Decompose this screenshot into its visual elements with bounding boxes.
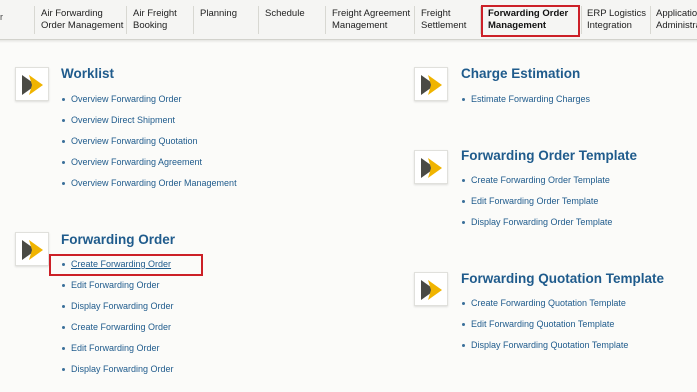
nav-tab-label: Air Freight <box>133 8 177 19</box>
worklist-tile[interactable] <box>15 67 49 101</box>
link-text: Display Forwarding Order Template <box>471 217 613 227</box>
link-text: Create Forwarding Order Template <box>471 175 610 185</box>
launch-arrow-icon <box>421 280 442 300</box>
link-text: Create Forwarding Quotation Template <box>471 298 626 308</box>
link-edit-forwarding-order[interactable]: Edit Forwarding Order <box>62 280 174 301</box>
link-edit-forwarding-order-template[interactable]: Edit Forwarding Order Template <box>462 196 612 217</box>
nav-tab-label: Freight Agreement <box>332 8 411 19</box>
nav-tab-air-forwarding-order-management[interactable]: Air Forwarding Order Management <box>41 8 123 31</box>
section-title-worklist: Worklist <box>61 66 115 81</box>
nav-tab-planning[interactable]: Planning <box>200 8 237 20</box>
forwarding-quotation-template-tile[interactable] <box>414 272 448 306</box>
link-text: Create Forwarding Order <box>71 259 172 269</box>
nav-tab-label: Booking <box>133 19 168 31</box>
nav-tab-label: Freight <box>421 8 451 19</box>
link-overview-forwarding-agreement[interactable]: Overview Forwarding Agreement <box>62 157 237 178</box>
link-text: Display Forwarding Order <box>71 301 174 311</box>
nav-separator <box>258 6 259 34</box>
nav-tab-label: Application <box>656 8 697 19</box>
nav-separator <box>193 6 194 34</box>
nav-separator <box>414 6 415 34</box>
nav-tab-freight-agreement-management[interactable]: Freight Agreement Management <box>332 8 410 31</box>
link-edit-forwarding-order-2[interactable]: Edit Forwarding Order <box>62 343 174 364</box>
nav-tab-label: Schedule <box>265 8 305 19</box>
link-text: Display Forwarding Quotation Template <box>471 340 629 350</box>
link-text: Display Forwarding Order <box>71 364 174 374</box>
link-overview-direct-shipment[interactable]: Overview Direct Shipment <box>62 115 237 136</box>
link-text: Overview Forwarding Order Management <box>71 178 237 188</box>
charge-estimation-links: Estimate Forwarding Charges <box>462 94 590 115</box>
forwarding-order-template-tile[interactable] <box>414 150 448 184</box>
link-create-forwarding-order[interactable]: Create Forwarding Order <box>62 259 174 280</box>
nav-tab-label: Management <box>488 19 547 31</box>
link-text: Edit Forwarding Order <box>71 280 160 290</box>
launch-arrow-icon <box>421 158 442 178</box>
top-navigation-bar: r Air Forwarding Order Management Air Fr… <box>0 0 697 43</box>
nav-separator <box>480 6 481 34</box>
link-create-forwarding-order-template[interactable]: Create Forwarding Order Template <box>462 175 612 196</box>
nav-tab-air-freight-booking[interactable]: Air Freight Booking <box>133 8 177 31</box>
nav-tab-label: Planning <box>200 8 237 19</box>
link-display-forwarding-order[interactable]: Display Forwarding Order <box>62 301 174 322</box>
link-overview-forwarding-quotation[interactable]: Overview Forwarding Quotation <box>62 136 237 157</box>
nav-separator <box>650 6 651 34</box>
link-text: Overview Forwarding Order <box>71 94 182 104</box>
nav-edge-fragment: r <box>0 12 3 22</box>
nav-tab-label: Order Management <box>41 19 124 31</box>
nav-tab-label: ERP Logistics <box>587 8 646 19</box>
link-text: Overview Forwarding Agreement <box>71 157 203 167</box>
link-display-forwarding-order-2[interactable]: Display Forwarding Order <box>62 364 174 385</box>
nav-tab-label: Integration <box>587 19 632 31</box>
link-edit-forwarding-quotation-template[interactable]: Edit Forwarding Quotation Template <box>462 319 628 340</box>
link-text: Create Forwarding Order <box>71 322 172 332</box>
link-text: Estimate Forwarding Charges <box>471 94 591 104</box>
nav-separator <box>581 6 582 34</box>
nav-separator <box>34 6 35 34</box>
nav-tab-schedule[interactable]: Schedule <box>265 8 305 20</box>
link-create-forwarding-order-2[interactable]: Create Forwarding Order <box>62 322 174 343</box>
nav-tab-label: Administra <box>656 19 697 31</box>
nav-tab-forwarding-order-management[interactable]: Forwarding Order Management <box>488 8 568 31</box>
forwarding-order-template-links: Create Forwarding Order Template Edit Fo… <box>462 175 612 238</box>
link-create-forwarding-quotation-template[interactable]: Create Forwarding Quotation Template <box>462 298 628 319</box>
charge-estimation-tile[interactable] <box>414 67 448 101</box>
link-overview-forwarding-order[interactable]: Overview Forwarding Order <box>62 94 237 115</box>
link-estimate-forwarding-charges[interactable]: Estimate Forwarding Charges <box>462 94 590 115</box>
nav-tab-erp-logistics-integration[interactable]: ERP Logistics Integration <box>587 8 646 31</box>
nav-tab-label: Forwarding Order <box>488 8 569 19</box>
launch-arrow-icon <box>421 75 442 95</box>
link-text: Overview Direct Shipment <box>71 115 176 125</box>
forwarding-order-tile[interactable] <box>15 232 49 266</box>
link-text: Edit Forwarding Order <box>71 343 160 353</box>
link-display-forwarding-quotation-template[interactable]: Display Forwarding Quotation Template <box>462 340 628 361</box>
worklist-links: Overview Forwarding Order Overview Direc… <box>62 94 237 199</box>
section-title-charge-estimation: Charge Estimation <box>461 66 581 81</box>
launch-arrow-icon <box>22 240 43 260</box>
page: r Air Forwarding Order Management Air Fr… <box>0 0 697 392</box>
link-overview-forwarding-order-management[interactable]: Overview Forwarding Order Management <box>62 178 237 199</box>
nav-separator <box>325 6 326 34</box>
nav-tab-freight-settlement[interactable]: Freight Settlement <box>421 8 466 31</box>
forwarding-quotation-template-links: Create Forwarding Quotation Template Edi… <box>462 298 628 361</box>
link-text: Edit Forwarding Quotation Template <box>471 319 615 329</box>
link-display-forwarding-order-template[interactable]: Display Forwarding Order Template <box>462 217 612 238</box>
nav-tab-label: Management <box>332 19 388 31</box>
launch-arrow-icon <box>22 75 43 95</box>
link-text: Overview Forwarding Quotation <box>71 136 198 146</box>
nav-tab-application-administration[interactable]: Application Administra <box>656 8 697 31</box>
section-title-forwarding-quotation-template: Forwarding Quotation Template <box>461 271 665 286</box>
forwarding-order-links: Create Forwarding Order Edit Forwarding … <box>62 259 174 385</box>
link-text: Edit Forwarding Order Template <box>471 196 599 206</box>
nav-tab-label: Settlement <box>421 19 467 31</box>
section-title-forwarding-order-template: Forwarding Order Template <box>461 148 638 163</box>
nav-separator <box>126 6 127 34</box>
nav-tab-label: Air Forwarding <box>41 8 103 19</box>
section-title-forwarding-order: Forwarding Order <box>61 232 176 247</box>
